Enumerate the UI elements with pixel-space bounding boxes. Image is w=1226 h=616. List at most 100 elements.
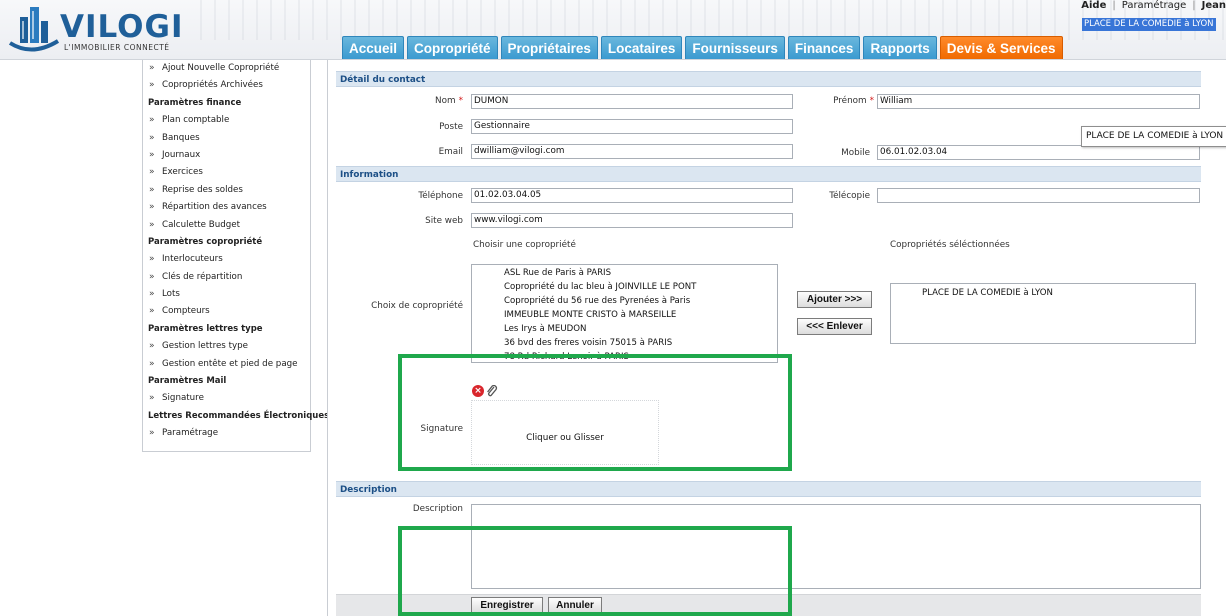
sidebar-item[interactable]: » Copropriétés Archivées <box>143 77 310 94</box>
sidebar-item[interactable]: » Répartition des avances <box>143 199 310 216</box>
sidebar-item-label: Signature <box>162 393 204 404</box>
sidebar: » Ajout Nouvelle Copropriété » Copropriétés… <box>142 60 329 452</box>
tab-rapports[interactable]: Rapports <box>863 36 937 59</box>
ajouter-button[interactable]: Ajouter >>> <box>797 291 872 308</box>
available-copro-list[interactable]: ASL Rue de Paris à PARIS Copropriété du l… <box>471 264 778 363</box>
email-label: Email <box>438 147 463 157</box>
chevron-right-icon: » <box>149 132 155 143</box>
sidebar-item[interactable]: » Signature <box>143 390 310 407</box>
sidebar-item[interactable]: » Ajout Nouvelle Copropriété <box>143 60 310 77</box>
separator: | <box>1112 0 1116 11</box>
description-label: Description <box>412 504 463 514</box>
chevron-right-icon: » <box>149 393 155 404</box>
selected-copro-list[interactable]: PLACE DE LA COMEDIE à LYON <box>890 283 1196 344</box>
sidebar-item-label: Banques <box>162 132 200 143</box>
prenom-input[interactable]: William <box>877 94 1200 109</box>
sidebar-item-label: Calculette Budget <box>162 219 241 230</box>
copro-option[interactable]: IMMEUBLE MONTE CRISTO à MARSEILLE <box>504 308 777 322</box>
sidebar-item-label: Clés de répartition <box>162 271 243 282</box>
tab-propri-taires[interactable]: Propriétaires <box>500 36 598 59</box>
sidebar-item[interactable]: » Exercices <box>143 164 310 181</box>
email-input[interactable]: dwilliam@vilogi.com <box>471 144 793 159</box>
sidebar-section-heading: Paramètres finance <box>148 97 242 108</box>
sidebar-item[interactable]: » Plan comptable <box>143 112 310 129</box>
tab-locataires[interactable]: Locataires <box>600 36 683 59</box>
sidebar-item[interactable]: » Compteurs <box>143 303 310 320</box>
chevron-right-icon: » <box>149 63 155 73</box>
sidebar-section-heading: Paramètres copropriété <box>148 236 263 247</box>
current-copropriete-select[interactable]: PLACE DE LA COMEDIE à LYON <box>1082 18 1216 31</box>
selected-copro-option[interactable]: PLACE DE LA COMEDIE à LYON <box>922 286 1195 300</box>
main-menu: Accueil Copropriété Propriétaires Locataire… <box>342 36 1063 59</box>
copro-option[interactable]: 36 bvd des freres voisin 75015 à PARIS <box>504 336 777 350</box>
vilogi-logo[interactable]: VILOGI L'IMMOBILIER CONNECTÉ <box>6 3 202 57</box>
chevron-right-icon: » <box>149 167 155 178</box>
sidebar-item-label: Plan comptable <box>162 115 230 126</box>
poste-input[interactable]: Gestionnaire <box>471 119 793 134</box>
sidebar-item[interactable]: » Gestion lettres type <box>143 338 310 355</box>
sidebar-item-label: Ajout Nouvelle Copropriété <box>162 63 280 73</box>
poste-label: Poste <box>439 122 463 132</box>
sidebar-item-label: Répartition des avances <box>162 202 267 213</box>
chevron-right-icon: » <box>149 306 155 317</box>
sidebar-item[interactable]: » Gestion entête et pied de page <box>143 356 310 373</box>
sidebar-item[interactable]: » Journaux <box>143 147 310 164</box>
sidebar-item[interactable]: » Banques <box>143 130 310 147</box>
parametrage-link[interactable]: Paramétrage <box>1122 0 1187 11</box>
tab-fournisseurs[interactable]: Fournisseurs <box>685 36 785 59</box>
chevron-right-icon: » <box>149 358 155 369</box>
telephone-input[interactable]: 01.02.03.04.05 <box>471 188 793 203</box>
enlever-button[interactable]: <<< Enlever <box>797 318 872 335</box>
sidebar-item[interactable]: » Interlocuteurs <box>143 251 310 268</box>
copro-tooltip: PLACE DE LA COMEDIE à LYON <box>1081 126 1226 147</box>
telecopie-input[interactable] <box>877 188 1200 203</box>
sidebar-item[interactable]: » Calculette Budget <box>143 217 310 234</box>
copro-option[interactable]: Copropriété du lac bleu à JOINVILLE LE P… <box>504 280 777 294</box>
prenom-label: Prénom * <box>833 96 874 106</box>
section-information: Information <box>336 166 1201 182</box>
nom-input[interactable]: DUMON <box>471 94 793 109</box>
tab-copropri-t-[interactable]: Copropriété <box>407 36 498 59</box>
sidebar-item-label: Interlocuteurs <box>162 254 223 265</box>
choose-copro-caption: Choisir une copropriété <box>473 240 576 250</box>
sidebar-item-label: Paramétrage <box>162 428 219 439</box>
telecopie-label: Télécopie <box>829 191 870 201</box>
chevron-right-icon: » <box>149 428 155 439</box>
tab-accueil[interactable]: Accueil <box>342 36 405 59</box>
mobile-label: Mobile <box>841 148 870 158</box>
chevron-right-icon: » <box>149 115 155 126</box>
section-description: Description <box>336 481 1201 497</box>
selected-copro-caption: Copropriétés séléctionnées <box>890 240 1010 250</box>
sidebar-item[interactable]: » Lots <box>143 286 310 303</box>
sidebar-section-heading: Paramètres Mail <box>148 376 227 387</box>
aide-link[interactable]: Aide <box>1081 0 1106 11</box>
copro-option[interactable]: Copropriété du 56 rue des Pyrenées à Par… <box>504 294 777 308</box>
copro-option[interactable]: Les Irys à MEUDON <box>504 322 777 336</box>
sidebar-item-label: Journaux <box>162 149 201 160</box>
app-header: VILOGI L'IMMOBILIER CONNECTÉ Aide | Paramé… <box>0 0 1226 60</box>
sidebar-item[interactable]: » Clés de répartition <box>143 269 310 286</box>
building-logo-icon <box>8 7 60 52</box>
chevron-right-icon: » <box>149 80 155 91</box>
sidebar-item-label: Lots <box>162 289 180 300</box>
sidebar-item-label: Reprise des soldes <box>162 184 243 195</box>
user-link[interactable]: Jean <box>1202 0 1226 11</box>
highlight-box-signature <box>398 354 792 471</box>
chevron-right-icon: » <box>149 149 155 160</box>
sidebar-item-label: Copropriétés Archivées <box>162 80 263 91</box>
tab-finances[interactable]: Finances <box>787 36 861 59</box>
highlight-box-description <box>398 526 792 616</box>
sidebar-item[interactable]: » Reprise des soldes <box>143 182 310 199</box>
site-web-label: Site web <box>425 216 463 226</box>
mobile-input[interactable]: 06.01.02.03.04 <box>877 145 1200 160</box>
copro-option[interactable]: ASL Rue de Paris à PARIS <box>504 266 777 280</box>
section-contact-details: Détail du contact <box>336 71 1201 87</box>
site-web-input[interactable]: www.vilogi.com <box>471 213 793 228</box>
separator: | <box>1192 0 1196 11</box>
top-links: Aide | Paramétrage | Jean <box>1081 0 1226 12</box>
logo-text: VILOGI <box>60 9 184 45</box>
nom-label: Nom * <box>435 96 463 106</box>
logo-tagline: L'IMMOBILIER CONNECTÉ <box>64 43 170 52</box>
tab-devis-services[interactable]: Devis & Services <box>939 36 1063 59</box>
sidebar-item[interactable]: » Paramétrage <box>143 425 310 442</box>
